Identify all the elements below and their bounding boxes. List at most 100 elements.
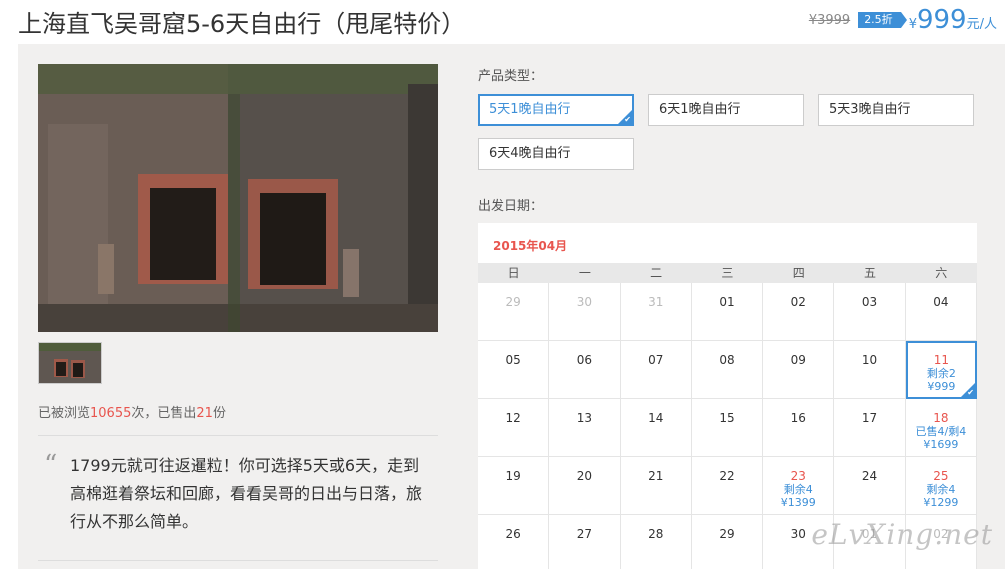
- weekday-fri: 五: [863, 266, 876, 280]
- product-description: 1799元就可往返暹粒！你可选择5天或6天，走到高棉逛着祭坛和回廊，看看吴哥的日…: [70, 456, 423, 531]
- day-number: 05: [505, 353, 521, 367]
- day-number: 27: [576, 527, 593, 541]
- day-number: 02: [790, 295, 806, 309]
- day-number: 29: [505, 295, 521, 309]
- product-option-label: 5天1晚自由行: [489, 102, 571, 117]
- stats-prefix: 已被浏览: [38, 406, 91, 421]
- calendar-day-cell: 26: [478, 515, 550, 569]
- temple-photo-image: [38, 64, 438, 332]
- day-number: 21: [648, 469, 664, 483]
- sold-count: 21: [196, 406, 213, 421]
- calendar-day-cell[interactable]: 11 剩余2 ¥999 ✔: [905, 341, 977, 399]
- calendar-day-cell: 06: [549, 341, 621, 399]
- calendar-day-cell: 12: [478, 399, 550, 457]
- check-icon: ✔: [624, 115, 631, 124]
- thumbnail-image: [39, 343, 101, 383]
- weekday-mon: 一: [578, 266, 591, 280]
- day-number: 11: [933, 353, 949, 367]
- product-type-label: 产品类型：: [478, 69, 544, 84]
- product-option-6d4n[interactable]: 6天4晚自由行: [478, 138, 634, 170]
- check-icon: ✔: [967, 388, 974, 397]
- day-number: 09: [790, 353, 806, 367]
- calendar-day-cell: 16: [763, 399, 835, 457]
- day-number: 29: [719, 527, 735, 541]
- watermark: eLvXing.net: [811, 518, 993, 551]
- calendar-day-cell: 29: [478, 283, 550, 341]
- discount-badge: 2.5折: [858, 12, 907, 28]
- day-number: 24: [861, 469, 878, 483]
- calendar-day-cell[interactable]: 25 剩余4 ¥1299: [905, 457, 977, 515]
- calendar-day-cell: 30: [549, 283, 621, 341]
- calendar-day-cell: 14: [620, 399, 692, 457]
- day-number: 18: [933, 411, 949, 425]
- calendar-day-cell: 01: [691, 283, 764, 341]
- stats-mid: 次，已售出: [131, 406, 197, 421]
- calendar-day-cell: 27: [549, 515, 621, 569]
- weekday-wed: 三: [721, 266, 734, 280]
- departure-date-label: 出发日期：: [478, 199, 544, 214]
- day-price: ¥1399: [780, 496, 816, 509]
- calendar-day-cell: 17: [834, 399, 906, 457]
- divider: [38, 560, 438, 561]
- calendar-day-cell: 29: [692, 515, 764, 569]
- day-number: 28: [648, 527, 664, 541]
- weekday-sat: 六: [935, 266, 948, 280]
- day-number: 08: [719, 353, 735, 367]
- day-number: 20: [576, 469, 593, 483]
- calendar-day-cell: 10: [834, 341, 906, 399]
- quote-icon: “: [44, 450, 58, 480]
- day-number: 19: [505, 469, 521, 483]
- day-number: 03: [861, 295, 878, 309]
- day-number: 31: [648, 295, 664, 309]
- main-photo: [38, 64, 438, 332]
- day-number: 07: [648, 353, 664, 367]
- currency-symbol: ¥: [908, 17, 917, 32]
- calendar-day-cell[interactable]: 23 剩余4 ¥1399: [763, 457, 835, 515]
- stats-suffix: 份: [212, 406, 226, 421]
- calendar-day-cell: 20: [549, 457, 621, 515]
- product-option-6d1n[interactable]: 6天1晚自由行: [648, 94, 804, 126]
- day-number: 17: [861, 411, 878, 425]
- day-stock: 已售4/剩4: [915, 425, 967, 438]
- price-unit: 元/人: [966, 17, 997, 32]
- day-number: 16: [790, 411, 806, 425]
- original-price: ¥3999: [808, 12, 851, 28]
- day-number: 30: [576, 295, 593, 309]
- day-number: 23: [790, 469, 806, 483]
- calendar-day-cell: 07: [620, 341, 692, 399]
- day-price: ¥1699: [923, 438, 959, 451]
- day-number: 26: [505, 527, 521, 541]
- photo-thumbnail[interactable]: [38, 342, 102, 384]
- calendar-day-cell: 28: [621, 515, 692, 569]
- calendar-day-cell[interactable]: 18 已售4/剩4 ¥1699: [905, 399, 977, 457]
- price-area: ¥3999 2.5折 ¥999元/人: [809, 4, 997, 36]
- product-option-label: 5天3晚自由行: [829, 102, 911, 117]
- calendar-day-cell: 22: [691, 457, 764, 515]
- product-option-5d1n[interactable]: 5天1晚自由行 ✔: [478, 94, 634, 126]
- calendar-day-cell: 31: [620, 283, 692, 341]
- views-count: 10655: [90, 406, 132, 421]
- product-option-5d3n[interactable]: 5天3晚自由行: [818, 94, 974, 126]
- product-option-label: 6天1晚自由行: [659, 102, 741, 117]
- day-number: 22: [719, 469, 735, 483]
- day-number: 25: [933, 469, 949, 483]
- calendar-day-cell: 08: [691, 341, 764, 399]
- day-stock: 剩余4: [783, 483, 813, 496]
- day-number: 10: [861, 353, 878, 367]
- page-title: 上海直飞吴哥窟5-6天自由行（甩尾特价）: [18, 10, 466, 38]
- day-number: 01: [719, 295, 735, 309]
- day-price: ¥1299: [923, 496, 959, 509]
- calendar-weekday-header: 日 一 二 三 四 五 六: [478, 263, 977, 283]
- calendar-month: 2015年04月: [493, 239, 568, 253]
- day-number: 04: [933, 295, 949, 309]
- calendar-day-cell: 02: [763, 283, 835, 341]
- current-price: ¥999元/人: [909, 5, 997, 35]
- weekday-thu: 四: [792, 266, 805, 280]
- day-stock: 剩余4: [926, 483, 956, 496]
- day-number: 14: [648, 411, 664, 425]
- calendar-day-cell: 09: [763, 341, 835, 399]
- calendar-day-cell: 05: [478, 341, 550, 399]
- weekday-sun: 日: [507, 266, 520, 280]
- product-panel: 已被浏览10655次，已售出21份 “ 1799元就可往返暹粒！你可选择5天或6…: [18, 44, 1005, 569]
- divider: [38, 435, 438, 436]
